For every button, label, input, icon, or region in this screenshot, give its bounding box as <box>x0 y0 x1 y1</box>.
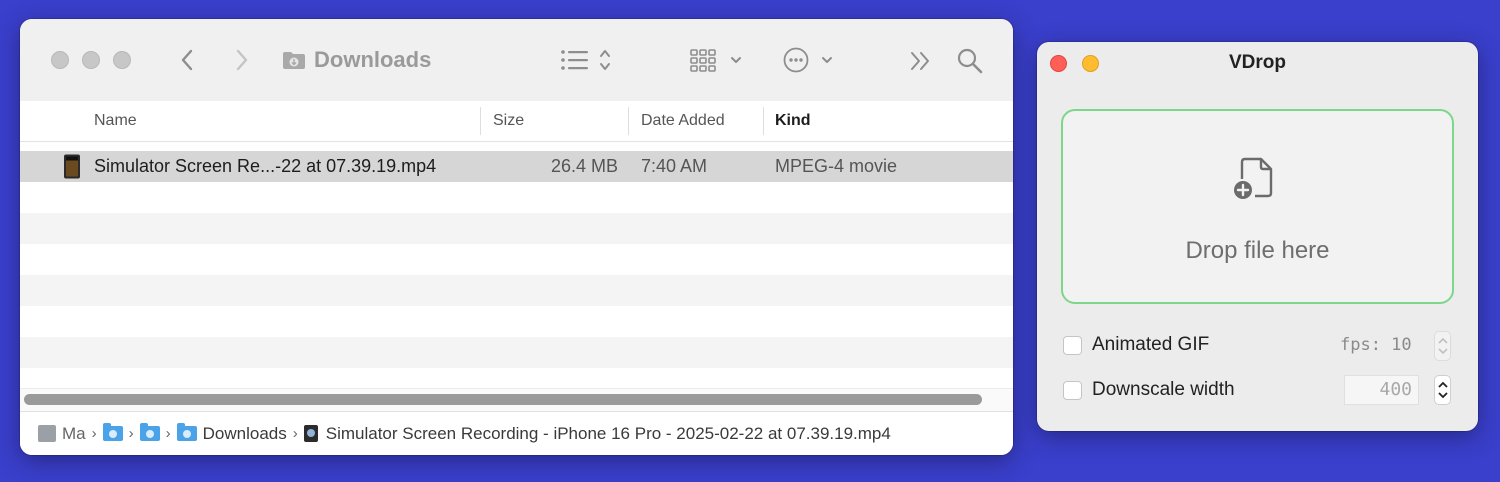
vdrop-titlebar: VDrop <box>1037 42 1478 86</box>
vdrop-window: VDrop Drop file here Animated GIF fps: 1… <box>1037 42 1478 431</box>
file-row[interactable]: Simulator Screen Re...-22 at 07.39.19.mp… <box>20 151 1013 182</box>
movie-file-icon <box>62 154 82 179</box>
downscale-width-checkbox[interactable] <box>1063 381 1082 400</box>
column-date-added[interactable]: Date Added <box>641 101 725 141</box>
empty-row <box>20 244 1013 275</box>
ellipsis-circle-icon <box>783 47 832 73</box>
downloads-folder-icon <box>283 52 305 69</box>
drop-zone[interactable]: Drop file here <box>1061 109 1454 304</box>
search-icon <box>957 48 983 74</box>
empty-row <box>20 275 1013 306</box>
chevron-up-icon <box>1437 381 1448 388</box>
group-button[interactable] <box>689 47 745 73</box>
empty-row <box>20 337 1013 368</box>
horizontal-scrollbar-thumb[interactable] <box>24 394 982 405</box>
file-size: 26.4 MB <box>550 156 618 176</box>
back-button[interactable] <box>176 46 198 74</box>
animated-gif-label[interactable]: Animated GIF <box>1092 334 1209 356</box>
file-list: Simulator Screen Re...-22 at 07.39.19.mp… <box>20 151 1013 399</box>
column-header: Name Size Date Added Kind <box>20 101 1013 142</box>
minimize-button[interactable] <box>82 51 100 69</box>
drop-zone-label: Drop file here <box>1185 237 1330 264</box>
more-toolbar-items-button[interactable] <box>909 49 933 73</box>
grid-icon <box>690 49 741 72</box>
column-divider[interactable] <box>480 107 481 135</box>
file-kind: MPEG-4 movie <box>775 156 898 176</box>
path-bar: Ma › › › Downloads › Simulator Screen Re… <box>20 411 1013 455</box>
column-divider[interactable] <box>628 107 629 135</box>
path-item-drive[interactable]: Ma <box>62 424 86 444</box>
path-item-downloads[interactable]: Downloads <box>203 424 287 444</box>
hard-drive-icon <box>38 425 56 442</box>
empty-row <box>20 213 1013 244</box>
chevron-down-icon <box>1437 392 1448 399</box>
chevron-left-icon <box>181 49 193 71</box>
close-button[interactable] <box>51 51 69 69</box>
downscale-width-label[interactable]: Downscale width <box>1092 379 1235 401</box>
downscale-width-input[interactable]: 400 <box>1344 375 1419 405</box>
fps-stepper[interactable] <box>1434 331 1451 361</box>
column-divider[interactable] <box>763 107 764 135</box>
fps-label: fps: 10 <box>1340 335 1412 355</box>
animated-gif-checkbox[interactable] <box>1063 336 1082 355</box>
list-view-icon <box>561 50 610 70</box>
folder-icon[interactable] <box>139 423 160 441</box>
search-button[interactable] <box>956 47 984 75</box>
finder-window: Downloads Name Size Date Added Kind Simu… <box>20 19 1013 455</box>
path-separator: › <box>165 425 171 442</box>
window-title: Downloads <box>282 47 431 73</box>
file-name: Simulator Screen Re...-22 at 07.39.19.mp… <box>94 156 437 176</box>
double-chevron-right-icon <box>911 52 929 70</box>
action-menu-button[interactable] <box>781 46 839 74</box>
zoom-button[interactable] <box>113 51 131 69</box>
downscale-width-stepper[interactable] <box>1434 375 1451 405</box>
add-document-icon <box>1234 157 1273 199</box>
window-title: VDrop <box>1229 52 1286 73</box>
movie-file-icon <box>303 425 318 442</box>
path-separator: › <box>292 425 298 442</box>
folder-icon[interactable] <box>102 423 123 441</box>
view-options-button[interactable] <box>559 47 617 73</box>
column-name[interactable]: Name <box>94 101 137 141</box>
chevron-right-icon <box>236 49 248 71</box>
path-item-file[interactable]: Simulator Screen Recording - iPhone 16 P… <box>326 424 891 444</box>
path-separator: › <box>128 425 134 442</box>
forward-button[interactable] <box>231 46 253 74</box>
finder-toolbar: Downloads <box>20 19 1013 102</box>
chevron-up-icon <box>1437 337 1448 344</box>
downloads-folder-icon <box>176 423 197 441</box>
empty-row <box>20 182 1013 213</box>
window-title-text: Downloads <box>314 47 432 72</box>
empty-row <box>20 306 1013 337</box>
path-separator: › <box>91 425 97 442</box>
chevron-down-icon <box>1437 348 1448 355</box>
file-date-added: 7:40 AM <box>641 156 708 176</box>
column-kind[interactable]: Kind <box>775 101 811 141</box>
column-size[interactable]: Size <box>493 101 524 141</box>
